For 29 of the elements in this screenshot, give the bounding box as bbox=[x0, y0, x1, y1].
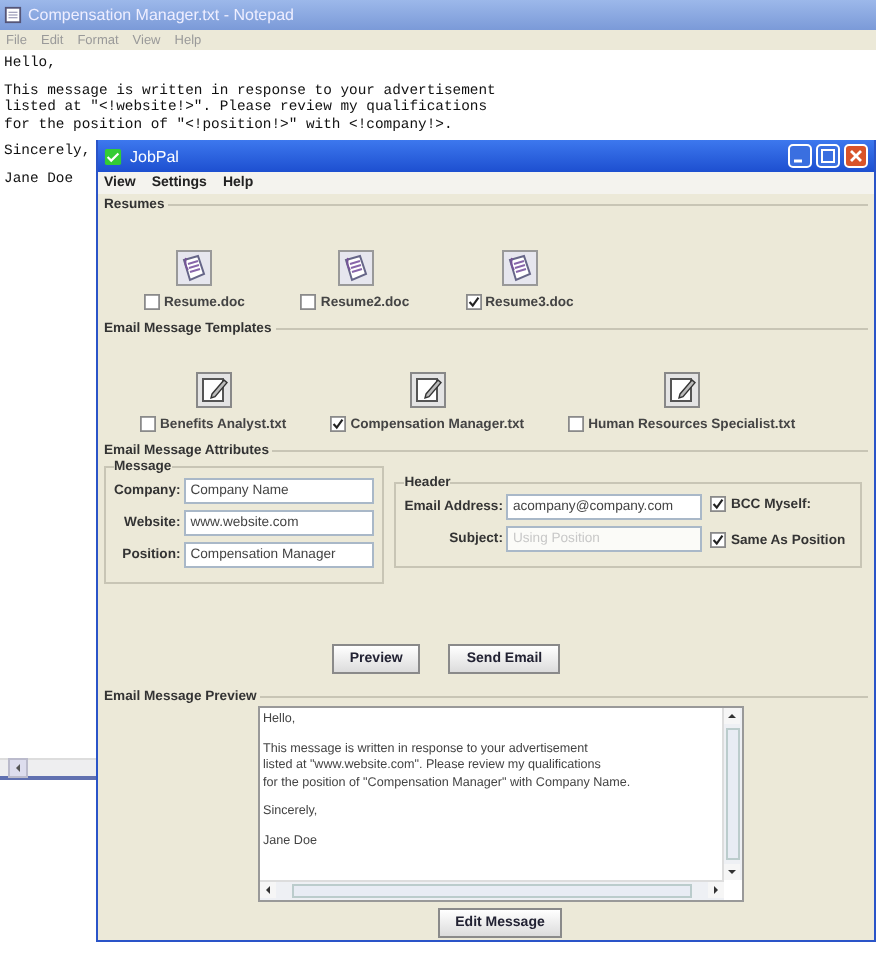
preview-area[interactable] bbox=[257, 706, 743, 902]
up-arrow-icon[interactable] bbox=[723, 708, 739, 724]
checkbox[interactable] bbox=[300, 294, 317, 310]
checkbox[interactable] bbox=[568, 416, 585, 432]
down-arrow-icon[interactable] bbox=[723, 864, 739, 880]
app-icon bbox=[104, 147, 122, 165]
checkbox[interactable] bbox=[465, 294, 482, 310]
vertical-scrollbar[interactable] bbox=[721, 708, 741, 880]
pencil-page-icon[interactable] bbox=[195, 372, 232, 408]
checkbox[interactable] bbox=[144, 294, 160, 310]
document-icon[interactable] bbox=[337, 250, 374, 286]
document-icon[interactable] bbox=[501, 250, 538, 286]
left-arrow-icon[interactable] bbox=[259, 882, 275, 898]
checkbox[interactable] bbox=[140, 416, 156, 432]
window-title: JobPal bbox=[130, 147, 179, 165]
horizontal-scrollbar[interactable] bbox=[259, 880, 723, 900]
pencil-page-icon[interactable] bbox=[409, 372, 446, 408]
checkbox[interactable] bbox=[330, 416, 347, 432]
checkbox[interactable] bbox=[710, 532, 727, 548]
minimize-icon[interactable] bbox=[788, 144, 812, 168]
right-arrow-icon[interactable] bbox=[707, 882, 723, 898]
close-icon[interactable] bbox=[844, 144, 868, 168]
document-icon[interactable] bbox=[176, 250, 213, 286]
maximize-icon[interactable] bbox=[816, 144, 840, 168]
horizontal-scrollbar[interactable] bbox=[0, 758, 96, 780]
pencil-page-icon[interactable] bbox=[663, 372, 700, 408]
window-title: Compensation Manager.txt - Notepad bbox=[28, 6, 294, 24]
checkbox[interactable] bbox=[710, 496, 727, 512]
notepad-icon bbox=[4, 6, 22, 24]
